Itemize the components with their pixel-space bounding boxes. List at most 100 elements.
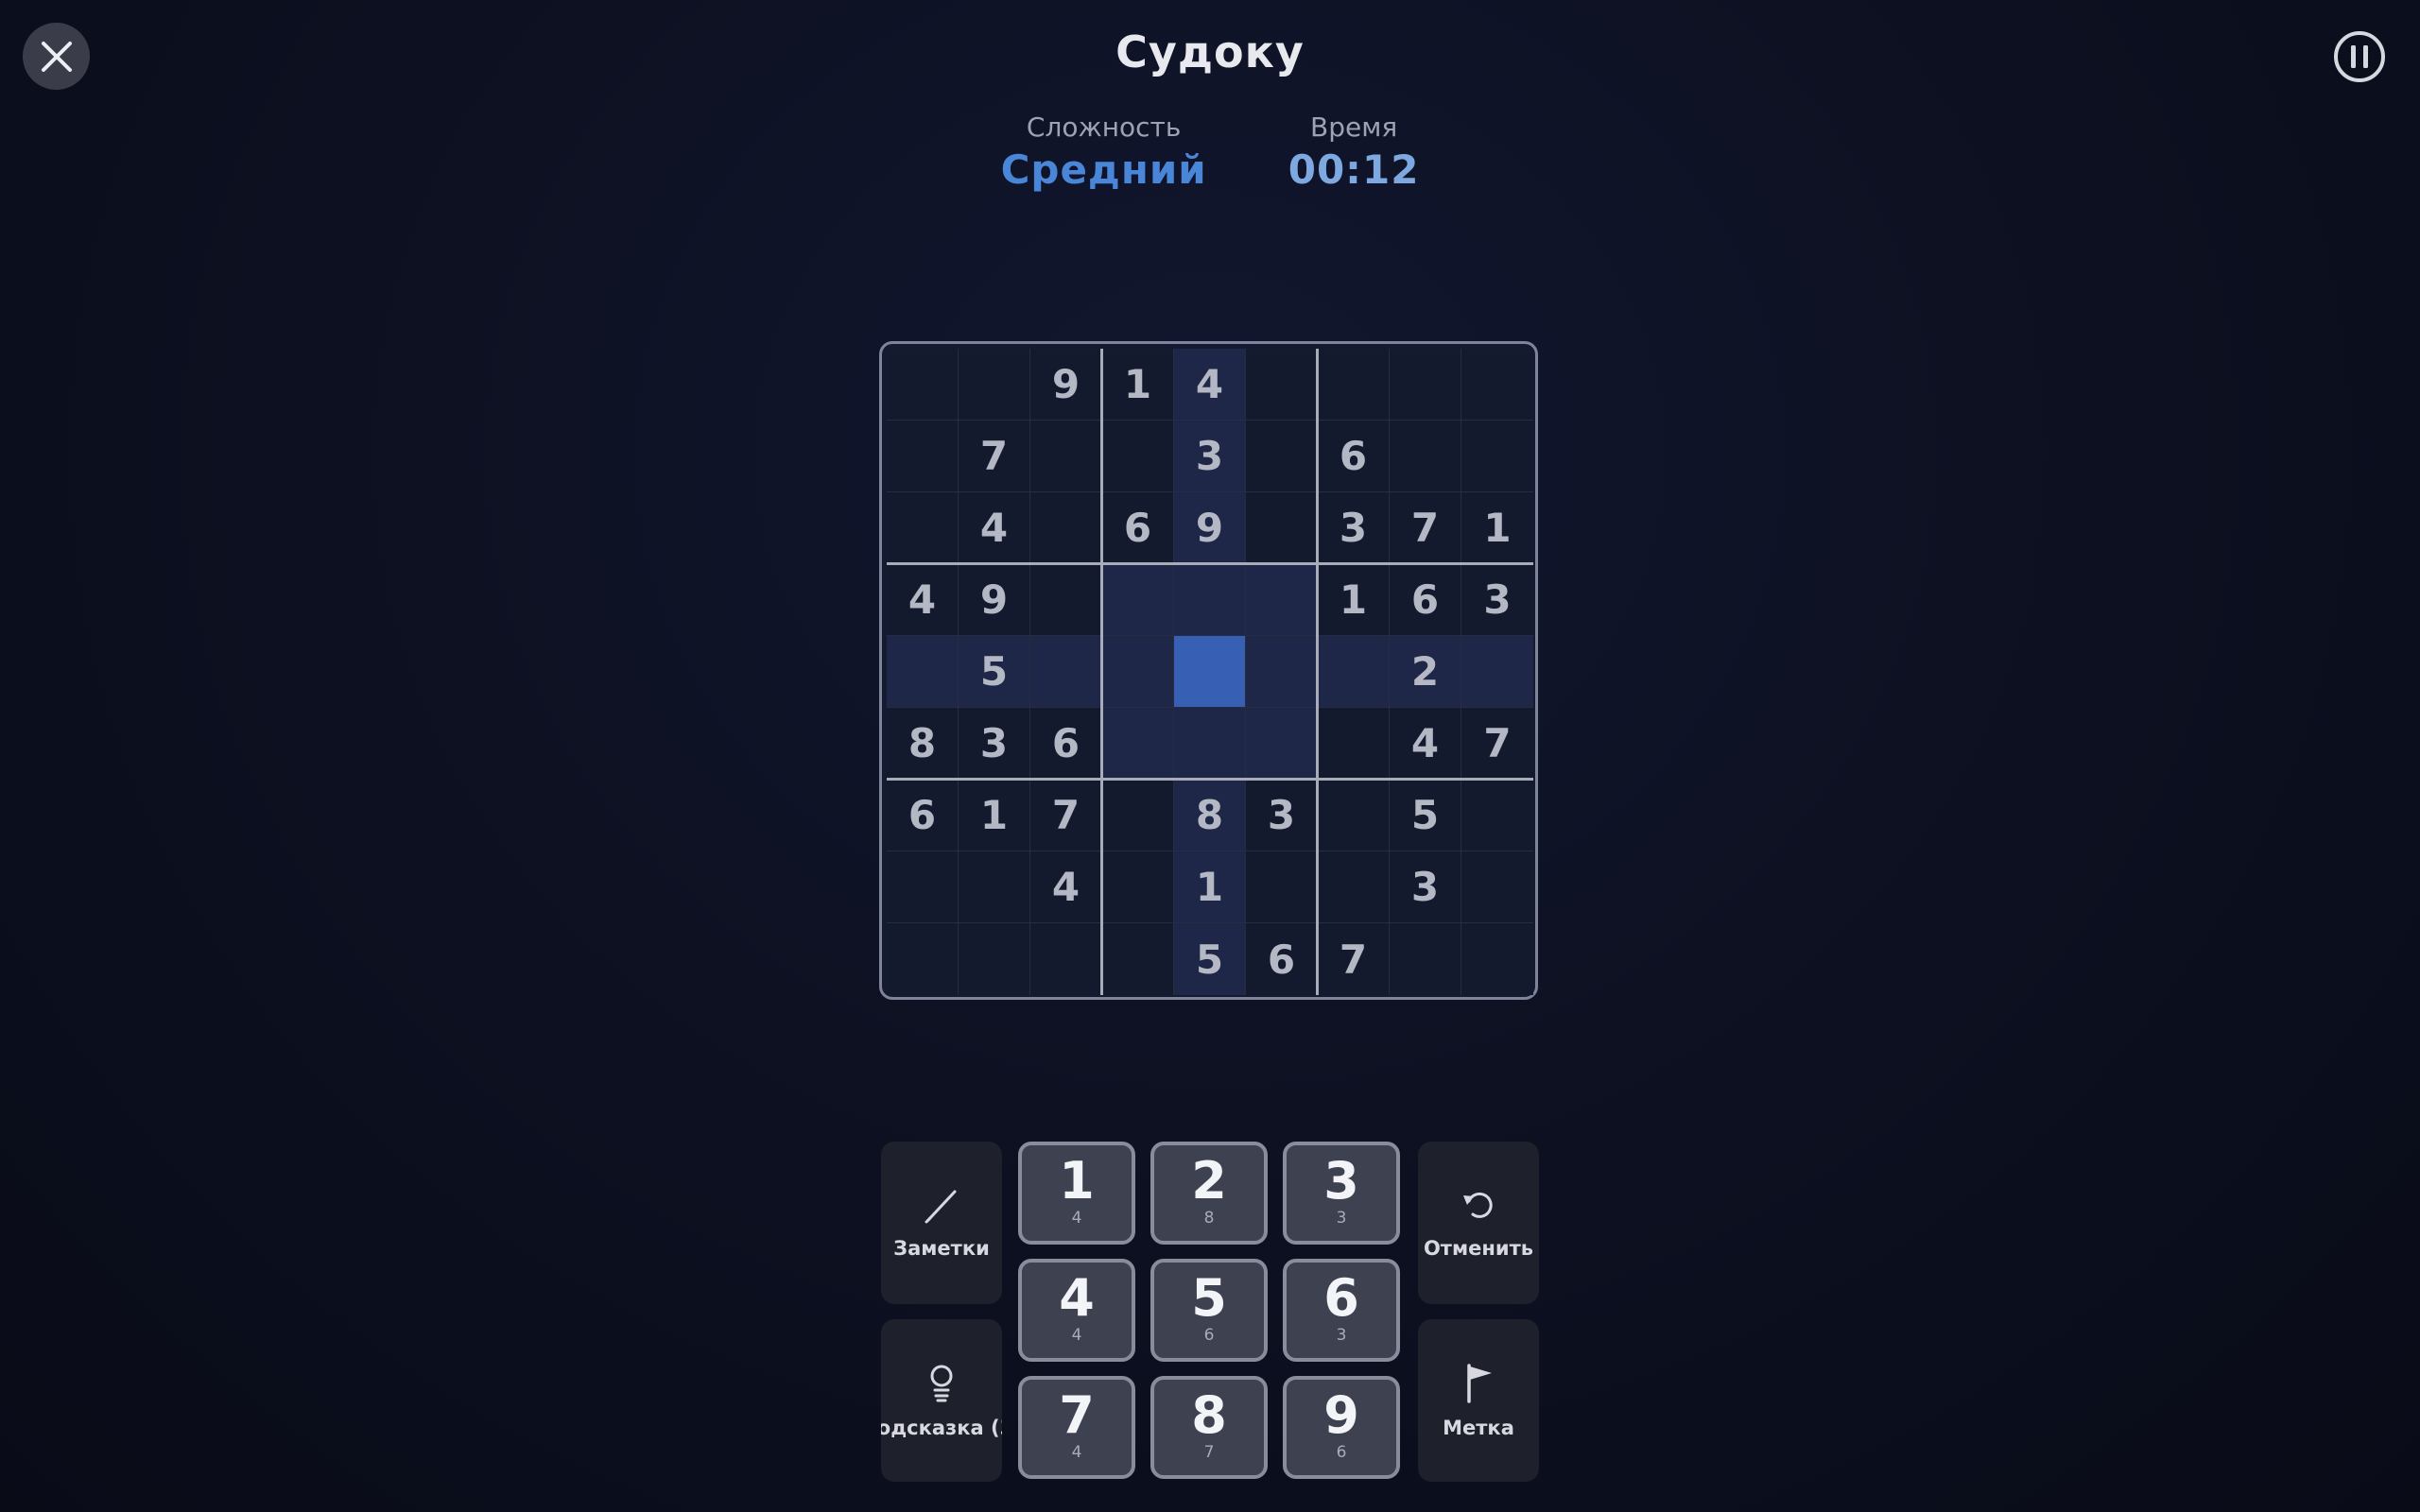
sudoku-cell-r7-c3[interactable]: 7 (1030, 780, 1102, 851)
sudoku-cell-r4-c8[interactable]: 6 (1390, 564, 1461, 636)
number-button-9[interactable]: 96 (1283, 1376, 1400, 1479)
sudoku-cell-r6-c9[interactable]: 7 (1461, 708, 1533, 780)
sudoku-cell-r5-c8[interactable]: 2 (1390, 636, 1461, 708)
number-button-3[interactable]: 33 (1283, 1142, 1400, 1245)
number-button-1[interactable]: 14 (1018, 1142, 1135, 1245)
sudoku-cell-r2-c6[interactable] (1246, 421, 1318, 492)
hint-button[interactable]: Подсказка (3) (881, 1319, 1002, 1482)
sudoku-cell-r7-c6[interactable]: 3 (1246, 780, 1318, 851)
sudoku-cell-r4-c1[interactable]: 4 (887, 564, 959, 636)
sudoku-cell-r4-c2[interactable]: 9 (959, 564, 1030, 636)
number-digit: 9 (1323, 1385, 1359, 1445)
sudoku-cell-r1-c7[interactable] (1318, 349, 1390, 421)
sudoku-cell-r3-c2[interactable]: 4 (959, 492, 1030, 564)
sudoku-cell-r3-c9[interactable]: 1 (1461, 492, 1533, 564)
sudoku-cell-r1-c8[interactable] (1390, 349, 1461, 421)
sudoku-cell-r8-c2[interactable] (959, 851, 1030, 923)
mark-button[interactable]: Метка (1418, 1319, 1539, 1482)
sudoku-cell-r6-c5[interactable] (1174, 708, 1246, 780)
sudoku-cell-r2-c3[interactable] (1030, 421, 1102, 492)
sudoku-cell-r4-c7[interactable]: 1 (1318, 564, 1390, 636)
sudoku-cell-r5-c6[interactable] (1246, 636, 1318, 708)
sudoku-cell-r5-c3[interactable] (1030, 636, 1102, 708)
sudoku-cell-r8-c3[interactable]: 4 (1030, 851, 1102, 923)
sudoku-cell-r5-c2[interactable]: 5 (959, 636, 1030, 708)
sudoku-cell-r3-c6[interactable] (1246, 492, 1318, 564)
sudoku-cell-r7-c1[interactable]: 6 (887, 780, 959, 851)
sudoku-cell-r6-c3[interactable]: 6 (1030, 708, 1102, 780)
number-button-8[interactable]: 87 (1150, 1376, 1268, 1479)
sudoku-cell-r4-c6[interactable] (1246, 564, 1318, 636)
sudoku-cell-r9-c7[interactable]: 7 (1318, 923, 1390, 995)
sudoku-cell-r3-c4[interactable]: 6 (1102, 492, 1174, 564)
sudoku-cell-r1-c3[interactable]: 9 (1030, 349, 1102, 421)
sudoku-cell-r1-c5[interactable]: 4 (1174, 349, 1246, 421)
sudoku-cell-r6-c6[interactable] (1246, 708, 1318, 780)
sudoku-cell-r2-c9[interactable] (1461, 421, 1533, 492)
sudoku-cell-r5-c1[interactable] (887, 636, 959, 708)
sudoku-cell-r5-c4[interactable] (1102, 636, 1174, 708)
number-button-7[interactable]: 74 (1018, 1376, 1135, 1479)
sudoku-cell-r1-c9[interactable] (1461, 349, 1533, 421)
sudoku-cell-r1-c1[interactable] (887, 349, 959, 421)
sudoku-cell-r3-c3[interactable] (1030, 492, 1102, 564)
sudoku-cell-r1-c2[interactable] (959, 349, 1030, 421)
sudoku-cell-r7-c2[interactable]: 1 (959, 780, 1030, 851)
lightbulb-icon (930, 1365, 953, 1402)
sudoku-cell-r9-c3[interactable] (1030, 923, 1102, 995)
sudoku-cell-r2-c4[interactable] (1102, 421, 1174, 492)
sudoku-cell-r8-c5[interactable]: 1 (1174, 851, 1246, 923)
sudoku-cell-r7-c9[interactable] (1461, 780, 1533, 851)
sudoku-cell-r8-c4[interactable] (1102, 851, 1174, 923)
sudoku-cell-r5-c9[interactable] (1461, 636, 1533, 708)
sudoku-cell-r6-c2[interactable]: 3 (959, 708, 1030, 780)
sudoku-cell-r9-c2[interactable] (959, 923, 1030, 995)
sudoku-cell-r2-c8[interactable] (1390, 421, 1461, 492)
sudoku-cell-r5-c5[interactable] (1174, 636, 1246, 708)
number-button-4[interactable]: 44 (1018, 1259, 1135, 1362)
sudoku-cell-r6-c1[interactable]: 8 (887, 708, 959, 780)
undo-button[interactable]: Отменить (1418, 1142, 1539, 1304)
sudoku-cell-r2-c5[interactable]: 3 (1174, 421, 1246, 492)
sudoku-cell-r6-c7[interactable] (1318, 708, 1390, 780)
sudoku-cell-r9-c1[interactable] (887, 923, 959, 995)
sudoku-cell-r6-c4[interactable] (1102, 708, 1174, 780)
sudoku-cell-r9-c8[interactable] (1390, 923, 1461, 995)
sudoku-cell-r3-c7[interactable]: 3 (1318, 492, 1390, 564)
sudoku-cell-r8-c8[interactable]: 3 (1390, 851, 1461, 923)
sudoku-cell-r4-c4[interactable] (1102, 564, 1174, 636)
sudoku-cell-r2-c7[interactable]: 6 (1318, 421, 1390, 492)
sudoku-cell-r9-c9[interactable] (1461, 923, 1533, 995)
sudoku-cell-r8-c1[interactable] (887, 851, 959, 923)
sudoku-cell-r8-c9[interactable] (1461, 851, 1533, 923)
sudoku-cell-r2-c2[interactable]: 7 (959, 421, 1030, 492)
sudoku-cell-r3-c5[interactable]: 9 (1174, 492, 1246, 564)
sudoku-cell-r4-c5[interactable] (1174, 564, 1246, 636)
sudoku-cell-r7-c7[interactable] (1318, 780, 1390, 851)
number-digit: 3 (1323, 1151, 1359, 1211)
sudoku-cell-r1-c4[interactable]: 1 (1102, 349, 1174, 421)
hint-label: Подсказка (3) (881, 1417, 1002, 1439)
sudoku-cell-r9-c5[interactable]: 5 (1174, 923, 1246, 995)
sudoku-cell-r3-c8[interactable]: 7 (1390, 492, 1461, 564)
number-button-5[interactable]: 56 (1150, 1259, 1268, 1362)
sudoku-cell-r1-c6[interactable] (1246, 349, 1318, 421)
sudoku-cell-r2-c1[interactable] (887, 421, 959, 492)
sudoku-cell-r9-c6[interactable]: 6 (1246, 923, 1318, 995)
sudoku-cell-r8-c7[interactable] (1318, 851, 1390, 923)
number-remaining-count: 7 (1203, 1443, 1215, 1463)
sudoku-cell-r4-c9[interactable]: 3 (1461, 564, 1533, 636)
sudoku-cell-r7-c5[interactable]: 8 (1174, 780, 1246, 851)
sudoku-cell-r8-c6[interactable] (1246, 851, 1318, 923)
sudoku-cell-r3-c1[interactable] (887, 492, 959, 564)
sudoku-cell-r5-c7[interactable] (1318, 636, 1390, 708)
sudoku-cell-r7-c4[interactable] (1102, 780, 1174, 851)
sudoku-cell-r7-c8[interactable]: 5 (1390, 780, 1461, 851)
sudoku-cell-r4-c3[interactable] (1030, 564, 1102, 636)
sudoku-cell-r6-c8[interactable]: 4 (1390, 708, 1461, 780)
pause-button[interactable] (2333, 30, 2386, 83)
number-button-2[interactable]: 28 (1150, 1142, 1268, 1245)
notes-button[interactable]: Заметки (881, 1142, 1002, 1304)
number-button-6[interactable]: 63 (1283, 1259, 1400, 1362)
sudoku-cell-r9-c4[interactable] (1102, 923, 1174, 995)
